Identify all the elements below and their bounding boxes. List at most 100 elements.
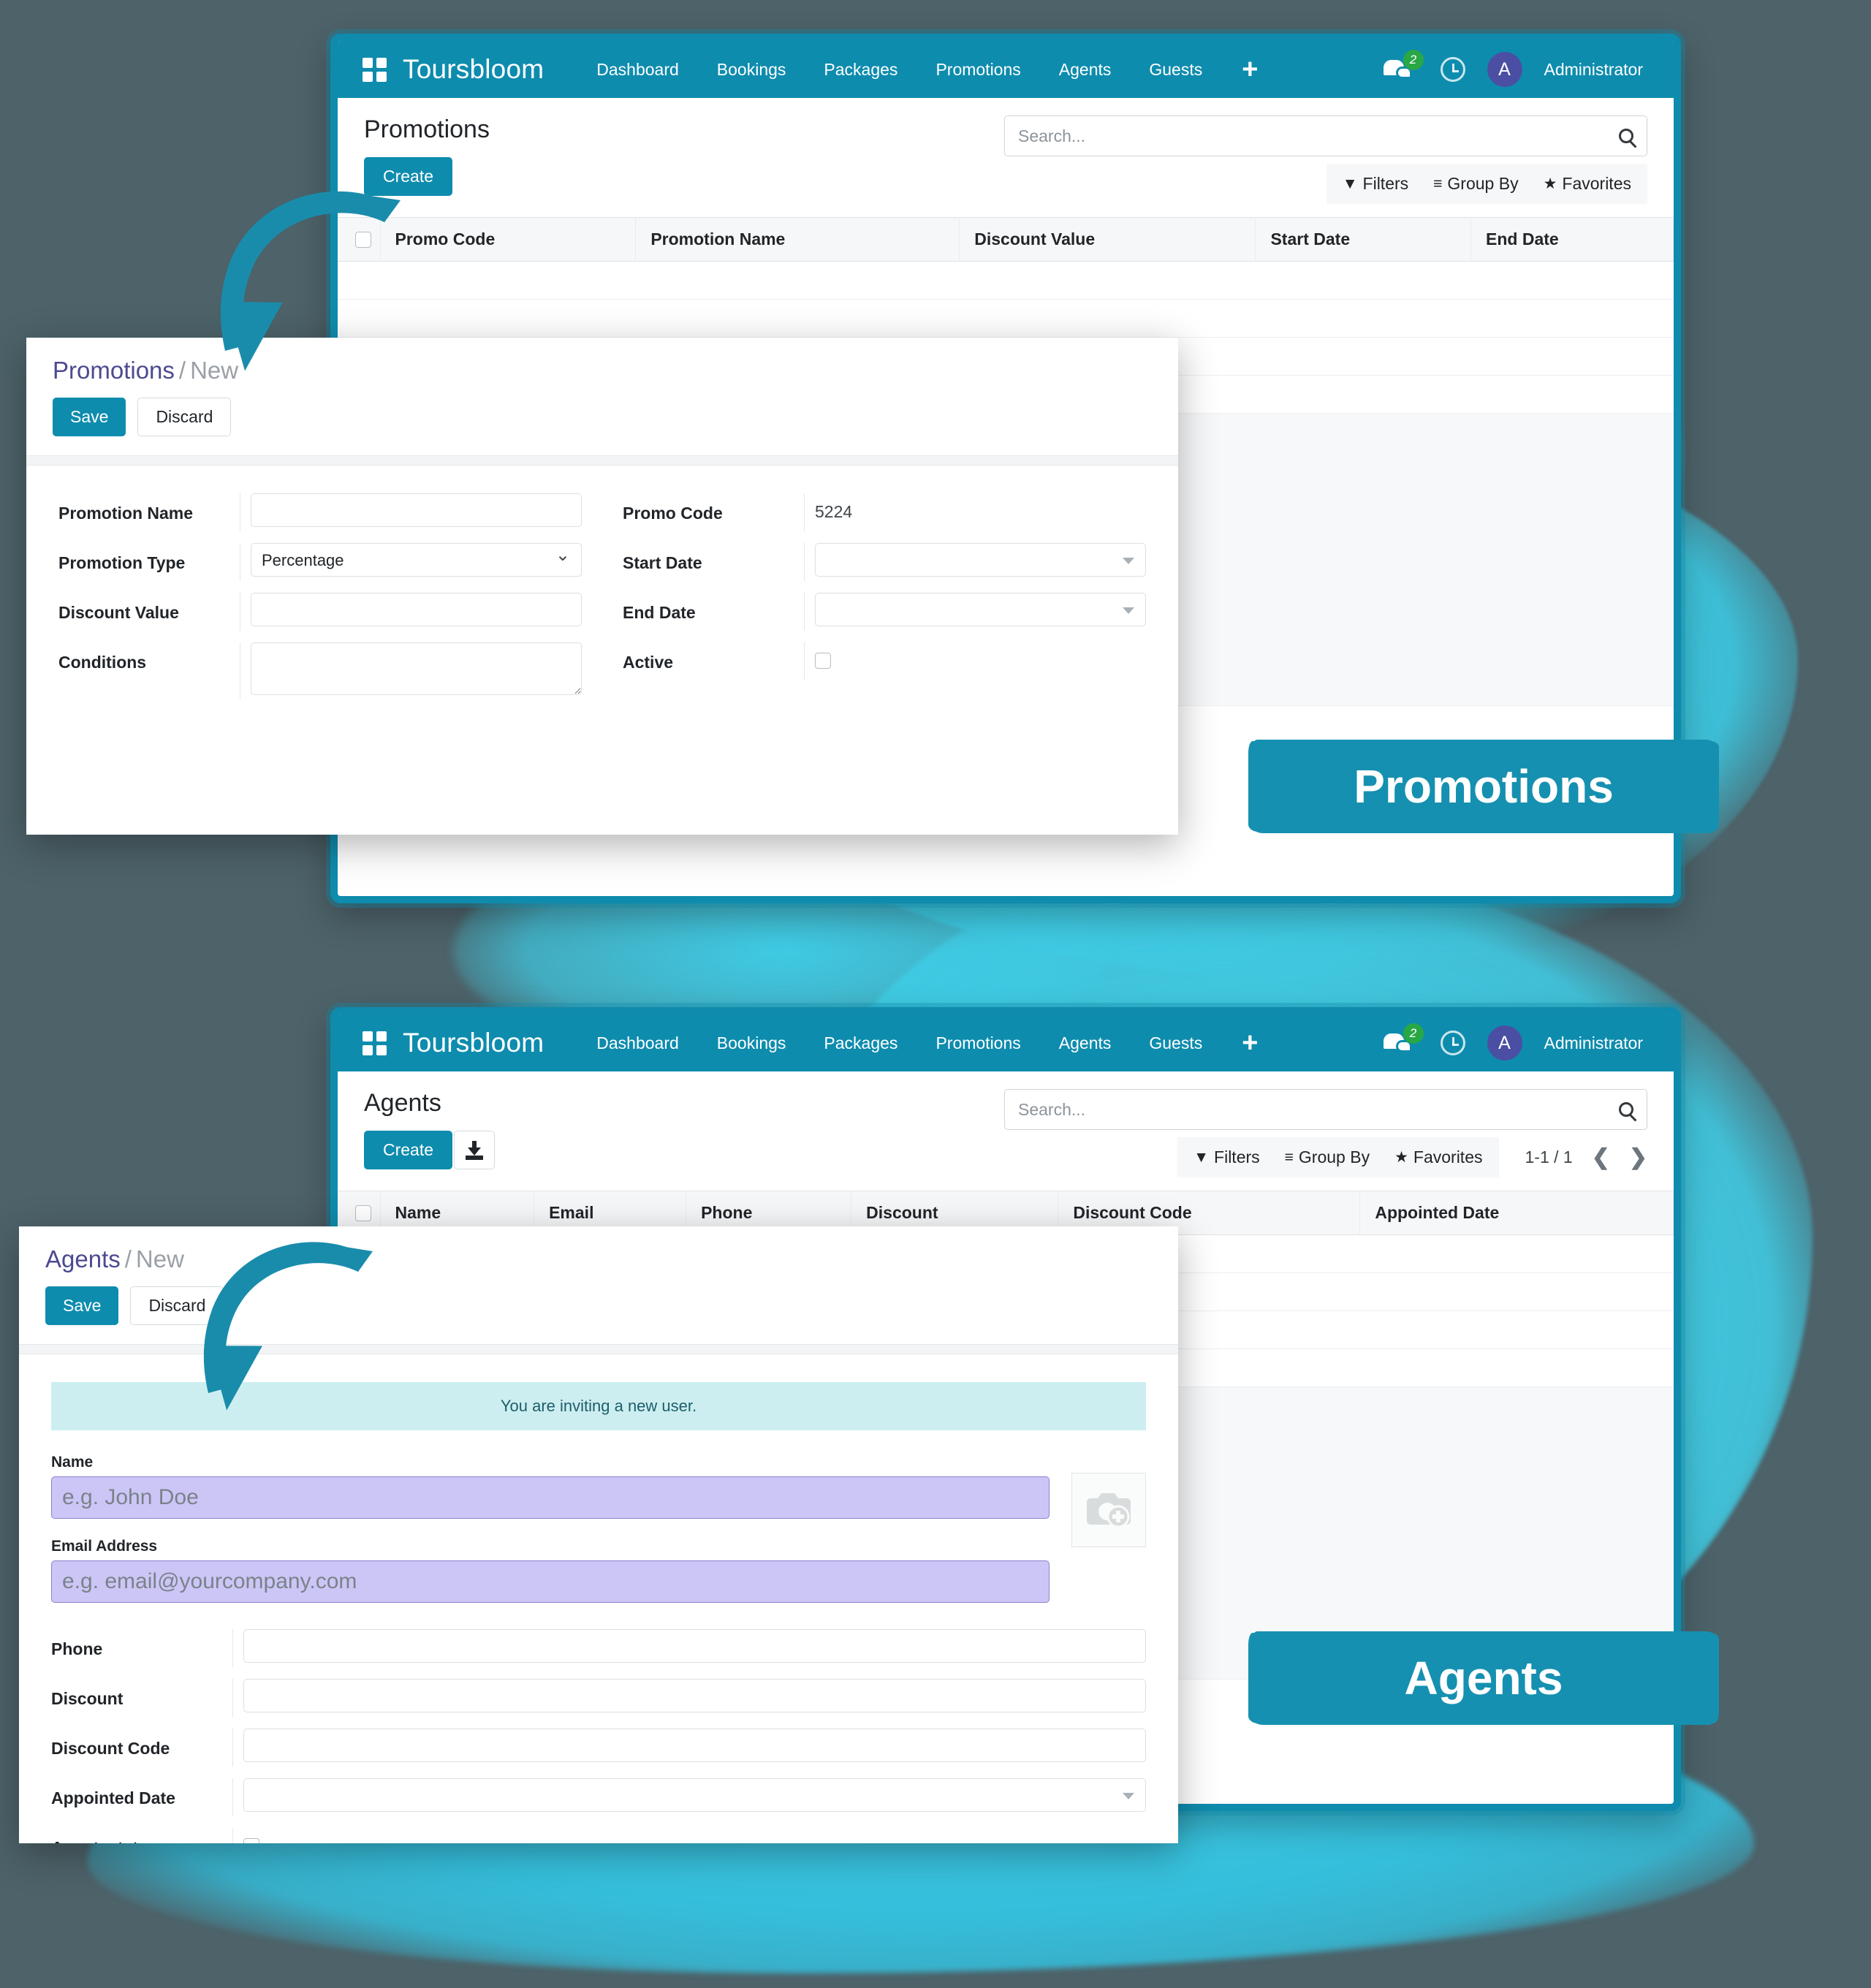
phone-input[interactable] [243, 1629, 1146, 1663]
download-import-icon[interactable] [454, 1131, 496, 1169]
field-control [232, 1679, 1146, 1717]
grid-apps-icon[interactable] [363, 1031, 387, 1055]
search-box[interactable] [1004, 115, 1647, 156]
table-row[interactable] [338, 299, 1674, 338]
save-button[interactable]: Save [53, 398, 126, 436]
nav-link-dashboard[interactable]: Dashboard [577, 1033, 698, 1053]
nav-link-agents[interactable]: Agents [1040, 60, 1131, 80]
nav-link-bookings[interactable]: Bookings [698, 1033, 805, 1053]
field-label: Appointed Date [51, 1788, 175, 1807]
hamburger-lines-icon: ≡ [1433, 175, 1443, 192]
group-by-button[interactable]: ≡ Group By [1433, 174, 1518, 194]
discount-value-input[interactable] [251, 593, 582, 626]
start-date-input[interactable] [815, 543, 1146, 577]
nav-link-promotions[interactable]: Promotions [916, 60, 1039, 80]
favorites-label: Favorites [1413, 1147, 1483, 1166]
search-input[interactable] [1018, 1099, 1612, 1120]
nav-link-packages[interactable]: Packages [805, 60, 916, 80]
field-label: Conditions [58, 653, 147, 672]
agent-status-checkbox[interactable] [243, 1838, 259, 1843]
nav-link-guests[interactable]: Guests [1130, 1033, 1221, 1053]
pager-count: 1-1 / 1 [1525, 1147, 1573, 1166]
field-label: Discount Value [58, 603, 179, 622]
field-label: Phone [51, 1639, 103, 1658]
breadcrumb-root[interactable]: Agents [45, 1245, 121, 1272]
search-icon[interactable] [1619, 129, 1633, 143]
field-control [804, 642, 1146, 680]
column-promo-code[interactable]: Promo Code [380, 217, 637, 262]
email-input[interactable] [51, 1560, 1050, 1603]
favorites-button[interactable]: ★ Favorites [1394, 1147, 1482, 1167]
star-icon: ★ [1543, 175, 1557, 192]
select-all-cell[interactable] [338, 217, 381, 262]
group-by-button[interactable]: ≡ Group By [1285, 1147, 1370, 1167]
name-input[interactable] [51, 1476, 1050, 1519]
add-new-icon[interactable]: + [1221, 56, 1278, 83]
nav-link-guests[interactable]: Guests [1130, 60, 1221, 80]
status-badge: Agents [1251, 1631, 1716, 1725]
breadcrumb-root[interactable]: Promotions [53, 357, 175, 384]
field-label: Agent_status [51, 1828, 232, 1843]
end-date-input[interactable] [815, 593, 1146, 626]
nav-link-packages[interactable]: Packages [805, 1033, 916, 1053]
column-discount-value[interactable]: Discount Value [959, 217, 1256, 262]
breadcrumb-current: New [190, 357, 239, 384]
nav-link-bookings[interactable]: Bookings [698, 60, 805, 80]
discount-input[interactable] [243, 1679, 1146, 1712]
clock-icon[interactable] [1440, 57, 1465, 82]
chevron-right-icon[interactable]: ❯ [1629, 1146, 1647, 1169]
pager: 1-1 / 1 ❮ ❯ [1525, 1146, 1648, 1169]
brand-logo[interactable]: Toursbloom [403, 54, 544, 85]
select-all-checkbox[interactable] [355, 231, 371, 248]
select-all-checkbox[interactable] [355, 1204, 371, 1221]
nav-link-dashboard[interactable]: Dashboard [577, 60, 698, 80]
appointed-date-input[interactable] [243, 1778, 1146, 1812]
hamburger-lines-icon: ≡ [1284, 1149, 1294, 1166]
promotions-form-actions: Save Discard [53, 398, 1152, 436]
agents-form-body: You are inviting a new user. Name Email … [19, 1354, 1178, 1843]
favorites-button[interactable]: ★ Favorites [1544, 174, 1631, 194]
navbar-right-tools: 2 A Administrator [1383, 1023, 1649, 1061]
chat-bubbles-icon[interactable]: 2 [1383, 1023, 1424, 1058]
active-checkbox[interactable] [815, 653, 831, 669]
column-start-date[interactable]: Start Date [1255, 217, 1472, 262]
top-navbar: Toursbloom Dashboard Bookings Packages P… [338, 1014, 1674, 1071]
promotion-name-input[interactable] [251, 493, 582, 527]
camera-add-photo-icon[interactable] [1071, 1473, 1146, 1547]
avatar[interactable]: A [1487, 52, 1522, 87]
create-button[interactable]: Create [364, 157, 453, 196]
promotion-type-select[interactable]: Percentage [251, 543, 582, 577]
brand-logo[interactable]: Toursbloom [403, 1028, 544, 1058]
promotions-action-buttons: Create [364, 157, 490, 196]
user-name[interactable]: Administrator [1544, 60, 1643, 80]
breadcrumb: Promotions / New [53, 357, 1152, 384]
discard-button[interactable]: Discard [137, 398, 232, 436]
nav-link-promotions[interactable]: Promotions [916, 1033, 1039, 1053]
filters-button[interactable]: ▼ Filters [1343, 174, 1408, 194]
discount-code-input[interactable] [243, 1729, 1146, 1762]
create-button[interactable]: Create [364, 1131, 453, 1169]
filters-label: Filters [1214, 1147, 1260, 1166]
column-promotion-name[interactable]: Promotion Name [635, 217, 960, 262]
field-control: Percentage [240, 543, 582, 581]
field-label: Discount Code [51, 1739, 170, 1758]
promo-code-value: 5224 [815, 502, 853, 521]
column-appointed-date[interactable]: Appointed Date [1359, 1191, 1674, 1235]
chat-bubbles-icon[interactable]: 2 [1383, 50, 1424, 85]
nav-link-agents[interactable]: Agents [1040, 1033, 1131, 1053]
search-box[interactable] [1004, 1089, 1647, 1130]
search-input[interactable] [1018, 126, 1612, 146]
grid-apps-icon[interactable] [363, 57, 387, 82]
table-row[interactable] [338, 261, 1674, 300]
clock-icon[interactable] [1440, 1031, 1465, 1055]
conditions-textarea[interactable] [251, 642, 582, 695]
chevron-left-icon[interactable]: ❮ [1592, 1146, 1610, 1169]
filters-button[interactable]: ▼ Filters [1193, 1147, 1259, 1167]
column-end-date[interactable]: End Date [1470, 217, 1674, 262]
add-new-icon[interactable]: + [1221, 1029, 1278, 1057]
discard-button[interactable]: Discard [130, 1286, 224, 1325]
avatar[interactable]: A [1487, 1025, 1522, 1061]
save-button[interactable]: Save [45, 1286, 119, 1325]
user-name[interactable]: Administrator [1544, 1033, 1643, 1053]
search-icon[interactable] [1619, 1102, 1633, 1117]
